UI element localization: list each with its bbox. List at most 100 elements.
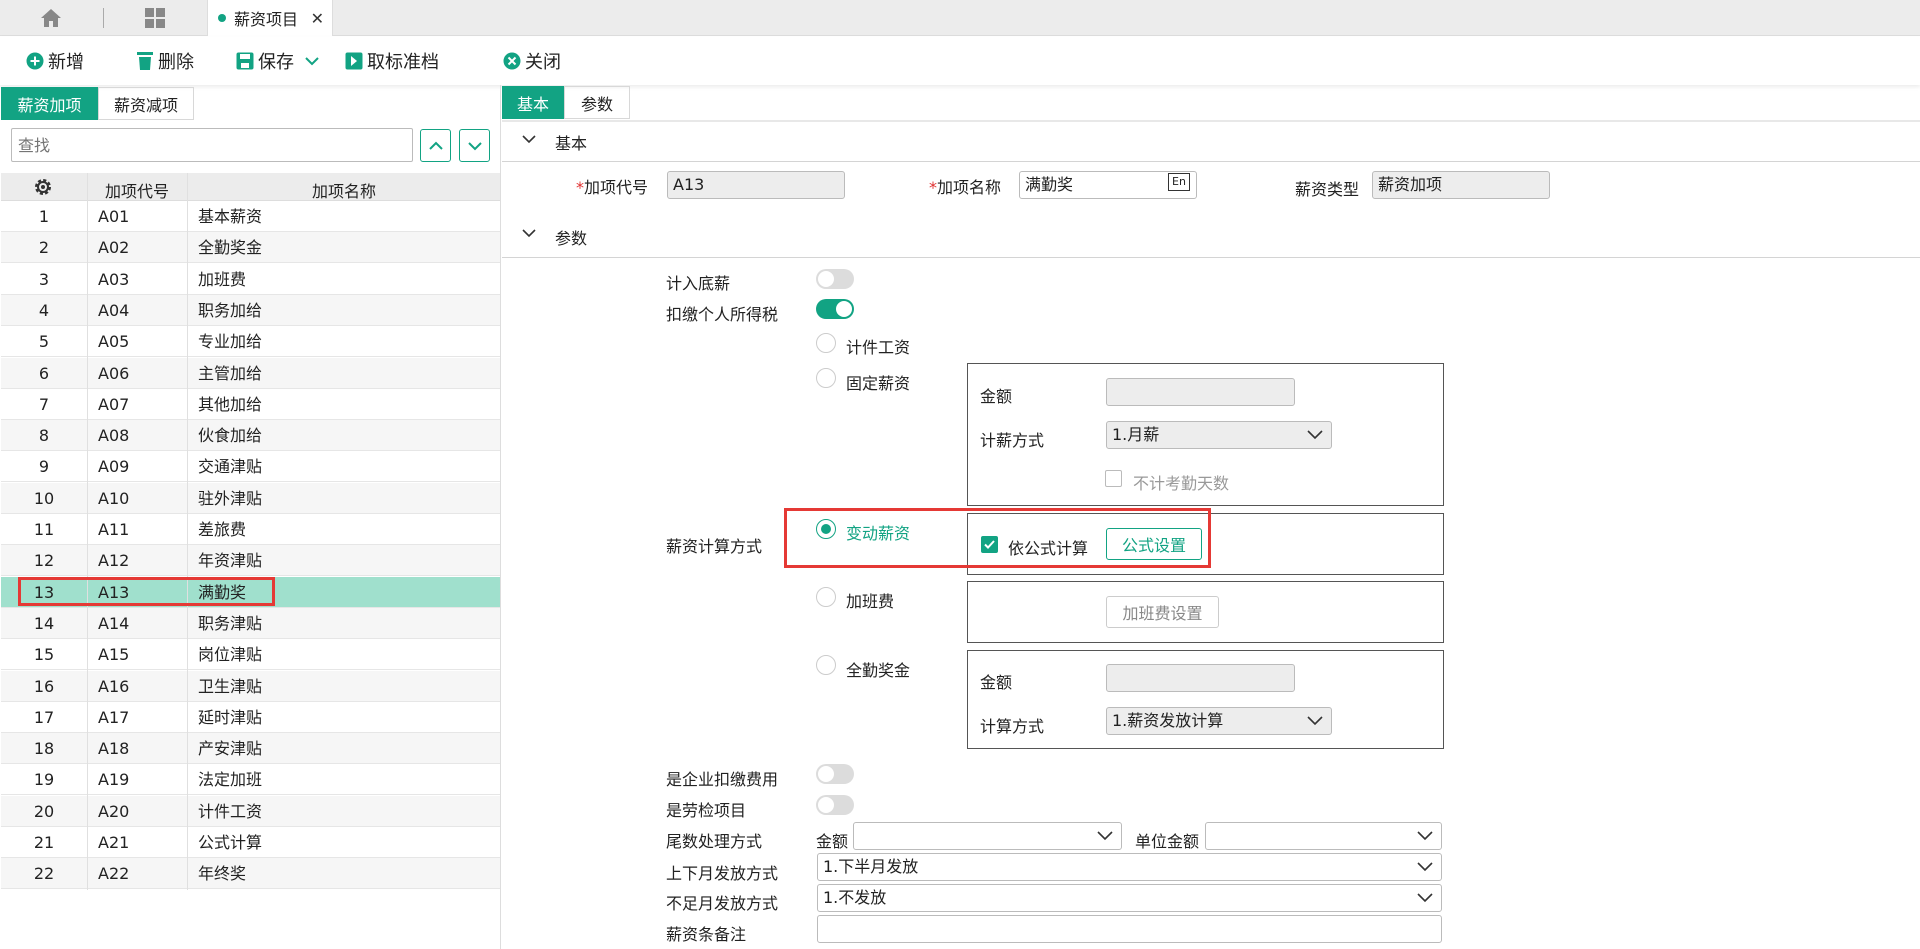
half-month-select[interactable]: 1.下半月发放 xyxy=(817,853,1442,881)
withhold-tax-toggle[interactable] xyxy=(816,299,854,319)
row-name: 产安津贴 xyxy=(198,739,263,759)
row-code: A10 xyxy=(98,488,130,508)
cancel-approve-button[interactable]: 取标准档 xyxy=(345,50,439,73)
save-dropdown-toggle[interactable] xyxy=(305,50,319,72)
attendance-bonus-label: 全勤奖金 xyxy=(846,661,911,680)
pay-method-label: 计薪方式 xyxy=(980,431,1045,450)
type-label: 薪资类型 xyxy=(1295,180,1360,199)
table-row[interactable]: 2 A02 全勤奖金 xyxy=(1,232,500,264)
save-button[interactable]: 保存 xyxy=(236,50,294,73)
row-code: A14 xyxy=(98,613,130,633)
table-row[interactable]: 5 A05 专业加给 xyxy=(1,326,500,358)
variable-salary-radio[interactable] xyxy=(816,519,836,539)
tab-separator xyxy=(103,8,104,28)
table-row[interactable]: 18 A18 产安津贴 xyxy=(1,733,500,765)
row-number: 14 xyxy=(33,613,55,633)
company-fee-toggle[interactable] xyxy=(816,764,854,784)
search-input[interactable] xyxy=(11,128,413,162)
tab-salary-deductions[interactable]: 薪资减项 xyxy=(98,87,194,120)
remark-label: 薪资条备注 xyxy=(666,925,747,944)
section-params-header[interactable]: 参数 xyxy=(502,216,1920,258)
table-row[interactable]: 1 A01 基本薪资 xyxy=(1,201,500,232)
table-row[interactable]: 10 A10 驻外津贴 xyxy=(1,482,500,514)
table-row[interactable]: 7 A07 其他加给 xyxy=(1,389,500,420)
column-divider xyxy=(187,173,188,890)
row-name: 基本薪资 xyxy=(198,207,263,226)
delete-button[interactable]: 删除 xyxy=(136,50,194,73)
close-button[interactable]: 关闭 xyxy=(503,50,561,73)
unit-amount-select[interactable] xyxy=(1205,822,1442,850)
fixed-amount-label: 金额 xyxy=(980,387,1013,406)
by-formula-checkbox[interactable] xyxy=(981,536,998,553)
chevron-down-icon xyxy=(522,135,536,144)
rounding-amount-select[interactable] xyxy=(853,822,1122,850)
row-code: A18 xyxy=(98,739,130,759)
table-row[interactable]: 20 A20 计件工资 xyxy=(1,795,500,827)
row-number: 5 xyxy=(38,332,50,352)
table-header: 加项代号 加项名称 xyxy=(1,173,500,201)
table-row[interactable]: 4 A04 职务加给 xyxy=(1,294,500,326)
cancel-approve-label: 取标准档 xyxy=(367,52,439,73)
tab-params[interactable]: 参数 xyxy=(564,86,630,119)
pay-method-value: 1.月薪 xyxy=(1112,425,1160,444)
table-row[interactable]: 8 A08 伙食加给 xyxy=(1,420,500,452)
calc-way-value: 1.薪资发放计算 xyxy=(1112,711,1224,730)
chevron-down-icon xyxy=(305,57,319,66)
section-basic-header[interactable]: 基本 xyxy=(502,122,1920,162)
home-icon[interactable] xyxy=(36,0,66,36)
table-row[interactable]: 11 A11 差旅费 xyxy=(1,514,500,545)
table-row[interactable]: 12 A12 年资津贴 xyxy=(1,545,500,577)
add-button[interactable]: 新增 xyxy=(26,50,84,73)
table-row[interactable]: 17 A17 延时津贴 xyxy=(1,702,500,733)
table-row[interactable]: 22 A22 年终奖 xyxy=(1,858,500,890)
formula-setting-button[interactable]: 公式设置 xyxy=(1106,528,1202,560)
overtime-setting-button[interactable]: 加班费设置 xyxy=(1106,596,1219,628)
pay-method-select[interactable]: 1.月薪 xyxy=(1106,421,1332,449)
settings-gear-icon[interactable] xyxy=(33,177,53,201)
close-tab-icon[interactable]: ✕ xyxy=(311,9,324,28)
table-row[interactable]: 15 A15 岗位津贴 xyxy=(1,639,500,671)
overtime-radio[interactable] xyxy=(816,587,836,607)
table-row[interactable]: 9 A09 交通津贴 xyxy=(1,451,500,483)
tab-basic[interactable]: 基本 xyxy=(502,86,564,119)
table-row[interactable]: 16 A16 卫生津贴 xyxy=(1,670,500,702)
header-name: 加项名称 xyxy=(312,182,377,201)
row-number: 6 xyxy=(38,363,50,383)
tab-salary-additions[interactable]: 薪资加项 xyxy=(1,87,98,120)
calc-way-select[interactable]: 1.薪资发放计算 xyxy=(1106,707,1332,735)
exclude-attendance-checkbox[interactable] xyxy=(1105,470,1122,487)
include-base-toggle[interactable] xyxy=(816,269,854,289)
row-number: 16 xyxy=(33,676,55,696)
language-icon[interactable]: En xyxy=(1168,173,1190,191)
row-name: 其他加给 xyxy=(198,394,263,414)
prev-button[interactable] xyxy=(420,129,451,162)
close-label: 关闭 xyxy=(525,52,561,73)
table-row[interactable]: 3 A03 加班费 xyxy=(1,264,500,295)
fixed-salary-radio[interactable] xyxy=(816,368,836,388)
chevron-down-icon xyxy=(467,141,482,150)
labor-check-toggle[interactable] xyxy=(816,795,854,815)
row-name: 延时津贴 xyxy=(198,707,263,727)
overtime-label: 加班费 xyxy=(846,592,895,611)
table-row[interactable]: 6 A06 主管加给 xyxy=(1,357,500,389)
table-row[interactable]: 21 A21 公式计算 xyxy=(1,827,500,858)
remark-field[interactable] xyxy=(817,915,1442,943)
row-name: 岗位津贴 xyxy=(198,645,263,665)
tab-salary-items[interactable]: 薪资项目 ✕ xyxy=(207,0,333,36)
include-base-label: 计入底薪 xyxy=(666,274,731,293)
piece-wage-radio[interactable] xyxy=(816,333,836,353)
attendance-bonus-radio[interactable] xyxy=(816,655,836,675)
table-row[interactable]: 14 A14 职务津贴 xyxy=(1,607,500,639)
row-number: 3 xyxy=(38,269,50,289)
column-divider xyxy=(87,173,88,890)
table-row[interactable]: 19 A19 法定加班 xyxy=(1,764,500,796)
next-button[interactable] xyxy=(459,129,490,162)
row-name: 主管加给 xyxy=(198,363,263,383)
row-number: 15 xyxy=(33,645,55,665)
short-month-select[interactable]: 1.不发放 xyxy=(817,884,1442,912)
table-row[interactable]: 13 A13 满勤奖 xyxy=(1,576,500,608)
section-basic-title: 基本 xyxy=(555,133,588,153)
code-field[interactable]: A13 xyxy=(667,171,845,199)
row-code: A11 xyxy=(98,520,130,539)
apps-grid-icon[interactable] xyxy=(142,0,168,36)
